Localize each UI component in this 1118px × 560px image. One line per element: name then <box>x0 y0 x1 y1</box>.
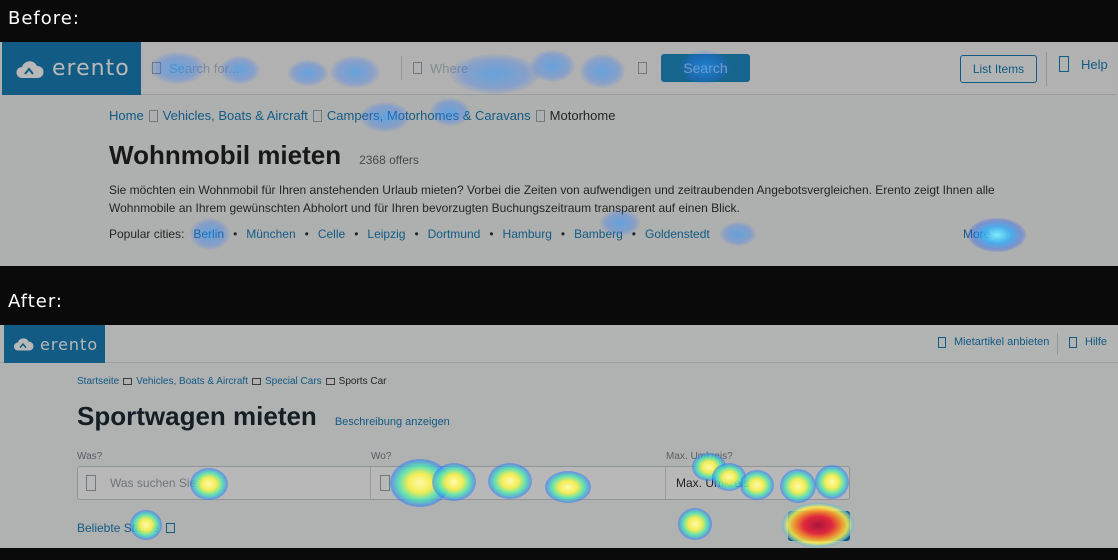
top-bar: Search for... Where Search List Items He… <box>141 42 1116 95</box>
heatmap-spot <box>678 508 712 540</box>
breadcrumb-separator-icon <box>325 378 335 385</box>
breadcrumb: Startseite Vehicles, Boats & Aircraft Sp… <box>77 376 386 387</box>
location-icon <box>380 475 390 491</box>
what-input[interactable]: Was suchen Sie? <box>86 467 366 499</box>
search-icon <box>86 475 96 491</box>
input-divider <box>401 56 402 80</box>
top-bar: erento Mietartikel anbieten Hilfe <box>0 325 1118 363</box>
city-link[interactable]: Dortmund <box>428 227 481 241</box>
breadcrumb-current: Motorhome <box>549 108 616 123</box>
after-screenshot: erento Mietartikel anbieten Hilfe Starts… <box>0 325 1118 548</box>
after-label: After: <box>8 291 63 312</box>
locate-me-icon[interactable] <box>638 62 647 74</box>
title-row: Sportwagen mieten Beschreibung anzeigen <box>77 401 450 432</box>
city-link[interactable]: Celle <box>318 227 345 241</box>
field-separator <box>370 467 371 499</box>
search-button[interactable]: Search <box>661 54 750 82</box>
breadcrumb-home[interactable]: Startseite <box>77 376 119 387</box>
city-link[interactable]: Goldenstedt <box>645 227 710 241</box>
popular-cities-label: Popular cities: <box>109 227 185 241</box>
breadcrumb-home[interactable]: Home <box>109 108 144 123</box>
city-link[interactable]: München <box>246 227 295 241</box>
breadcrumb-separator-icon <box>535 109 545 122</box>
where-input[interactable]: Where <box>413 56 633 80</box>
breadcrumb-separator-icon <box>312 109 322 122</box>
what-placeholder: Was suchen Sie? <box>110 476 203 490</box>
offer-count: 2368 offers <box>359 153 419 167</box>
popular-cities-label: Beliebte Städte <box>77 521 159 535</box>
breadcrumb-vehicles[interactable]: Vehicles, Boats & Aircraft <box>163 108 308 123</box>
show-description-link[interactable]: Beschreibung anzeigen <box>335 416 450 428</box>
title-row: Wohnmobil mieten 2368 offers <box>109 140 419 171</box>
breadcrumb-separator-icon <box>148 109 158 122</box>
cloud-logo-icon <box>16 60 44 78</box>
list-items-label: Mietartikel anbieten <box>954 336 1050 348</box>
before-screenshot: erento Search for... Where Search List I… <box>0 42 1118 266</box>
breadcrumb-separator-icon <box>251 378 261 385</box>
where-placeholder: Where <box>430 60 469 76</box>
help-label: Hilfe <box>1085 336 1108 348</box>
popular-cities: Popular cities: Berlin • München • Celle • … <box>109 227 710 241</box>
popular-cities-toggle[interactable]: Beliebte Städte <box>77 521 176 535</box>
cloud-logo-icon <box>13 338 34 351</box>
page-title: Wohnmobil mieten <box>109 140 342 170</box>
where-label: Wo? <box>371 451 392 462</box>
field-separator <box>665 467 666 499</box>
breadcrumb-separator-icon <box>123 378 133 385</box>
chevron-down-icon <box>166 523 176 533</box>
help-label: Help <box>1081 56 1108 72</box>
radius-label: Max. Umkreis? <box>666 451 733 462</box>
nav-divider <box>1057 333 1058 355</box>
help-icon <box>1069 336 1077 348</box>
heatmap-spot <box>720 222 756 246</box>
radius-select[interactable]: Max. Umkreis <box>676 467 846 499</box>
search-submit-button[interactable] <box>788 511 850 541</box>
more-cities-link[interactable]: More <box>963 227 990 241</box>
category-description: Sie möchten ein Wohnmobil für Ihren anst… <box>109 183 995 215</box>
radius-value: Max. Umkreis <box>676 476 750 490</box>
search-input[interactable]: Search for... <box>152 56 392 80</box>
help-link[interactable]: Help <box>1059 56 1108 72</box>
breadcrumb-special-cars[interactable]: Special Cars <box>265 376 322 387</box>
erento-logo[interactable]: erento <box>4 325 105 363</box>
location-icon <box>413 62 422 74</box>
where-input[interactable] <box>380 467 660 499</box>
page-title: Sportwagen mieten <box>77 401 317 431</box>
city-link[interactable]: Hamburg <box>503 227 552 241</box>
logo-text: erento <box>52 56 130 81</box>
list-items-button[interactable]: List Items <box>960 55 1037 83</box>
nav-divider <box>1046 52 1047 86</box>
help-link[interactable]: Hilfe <box>1069 336 1107 348</box>
city-link[interactable]: Berlin <box>193 227 224 241</box>
search-form: Was suchen Sie? Max. Umkreis <box>77 466 850 500</box>
city-link[interactable]: Bamberg <box>574 227 623 241</box>
before-label: Before: <box>8 8 80 29</box>
list-items-link[interactable]: Mietartikel anbieten <box>938 336 1049 348</box>
what-label: Was? <box>77 451 103 462</box>
breadcrumb-campers[interactable]: Campers, Motorhomes & Caravans <box>327 108 531 123</box>
list-item-icon <box>938 336 946 348</box>
search-icon <box>152 62 161 74</box>
help-icon <box>1059 56 1069 72</box>
breadcrumb-current: Sports Car <box>338 376 387 387</box>
erento-logo[interactable]: erento <box>2 42 141 95</box>
breadcrumb: Home Vehicles, Boats & Aircraft Campers,… <box>109 108 615 123</box>
search-placeholder: Search for... <box>169 60 240 76</box>
logo-text: erento <box>40 334 99 354</box>
breadcrumb-vehicles[interactable]: Vehicles, Boats & Aircraft <box>136 376 248 387</box>
city-link[interactable]: Leipzig <box>367 227 405 241</box>
